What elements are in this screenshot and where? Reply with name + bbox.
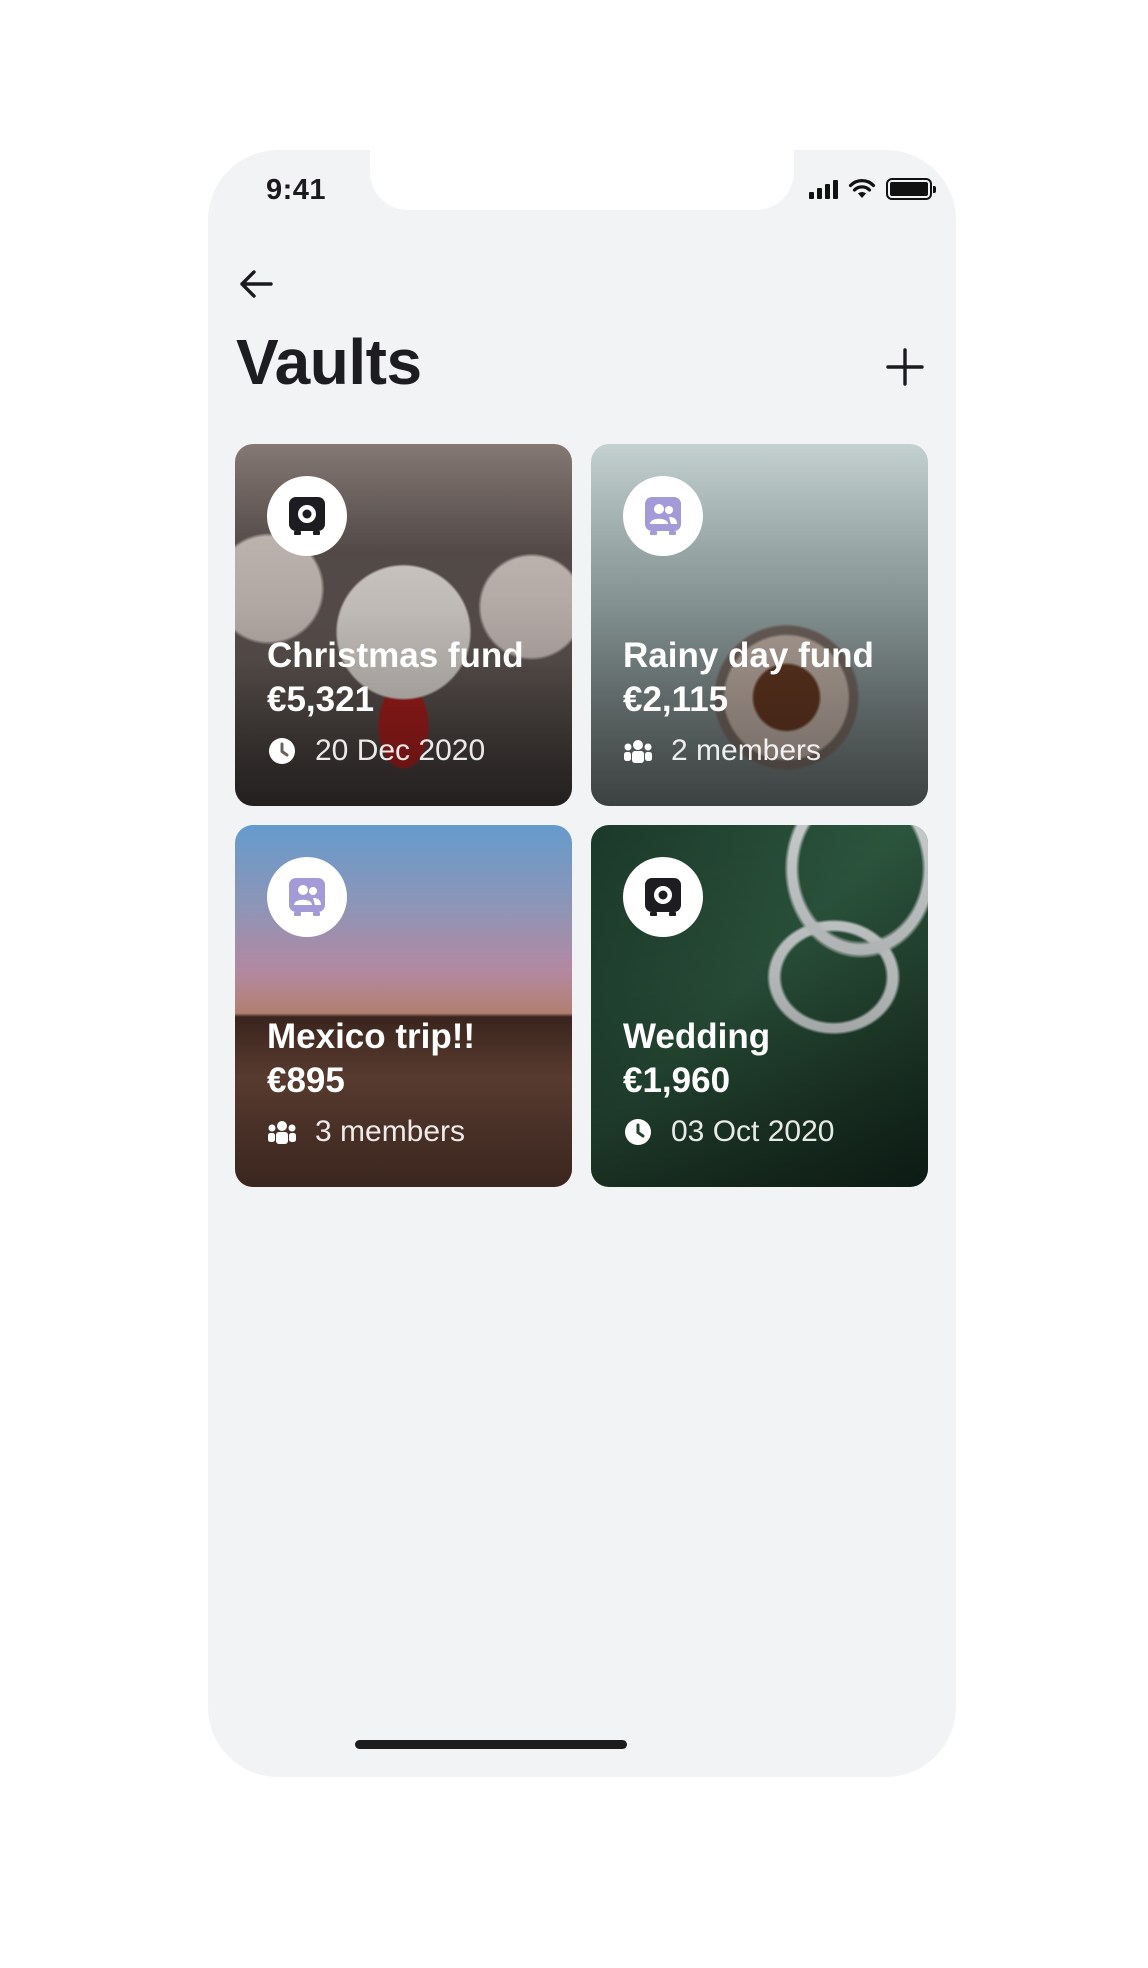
shared-vault-icon	[645, 497, 681, 535]
vault-amount: €1,960	[623, 1061, 731, 1100]
status-icons	[809, 178, 936, 200]
battery-icon	[886, 178, 936, 200]
vault-badge	[623, 857, 703, 937]
vault-badge	[267, 857, 347, 937]
vault-members: 2 members	[671, 734, 822, 767]
clock-icon	[269, 738, 295, 764]
shared-vault-icon	[289, 878, 325, 916]
vault-badge	[623, 476, 703, 556]
wifi-icon	[848, 179, 876, 198]
vault-name: Wedding	[623, 1017, 771, 1056]
vault-name: Mexico trip!!	[267, 1017, 476, 1056]
vault-meta: 20 Dec 2020	[267, 734, 485, 768]
vault-meta: 3 members	[267, 1115, 465, 1149]
page-title: Vaults	[236, 326, 422, 398]
home-indicator[interactable]	[355, 1740, 627, 1749]
plus-icon	[886, 348, 924, 386]
vault-meta: 2 members	[623, 734, 821, 768]
back-button[interactable]	[234, 262, 278, 306]
vault-card-mexico-trip[interactable]: Mexico trip!! €895 3 members	[235, 825, 572, 1187]
vault-date: 20 Dec 2020	[315, 734, 486, 767]
vault-card-rainy-day-fund[interactable]: Rainy day fund €2,115 2 members	[591, 444, 928, 806]
vault-date: 03 Oct 2020	[671, 1115, 835, 1148]
phone-screen: 9:41 Vaults Christmas fund €5,321 20 Dec…	[208, 150, 956, 1777]
vault-members: 3 members	[315, 1115, 466, 1148]
members-icon	[268, 1121, 296, 1144]
signal-icon	[809, 179, 838, 199]
add-vault-button[interactable]	[880, 342, 930, 392]
vaults-grid: Christmas fund €5,321 20 Dec 2020 Rainy …	[235, 444, 929, 1187]
vault-name: Christmas fund	[267, 636, 524, 675]
vault-badge	[267, 476, 347, 556]
vault-card-wedding[interactable]: Wedding €1,960 03 Oct 2020	[591, 825, 928, 1187]
vault-name: Rainy day fund	[623, 636, 874, 675]
vault-amount: €895	[267, 1061, 345, 1100]
vault-icon	[289, 497, 325, 535]
status-time: 9:41	[266, 174, 327, 206]
arrow-left-icon	[240, 270, 273, 298]
vault-amount: €5,321	[267, 680, 375, 719]
vault-icon	[645, 878, 681, 916]
members-icon	[624, 740, 652, 763]
vault-meta: 03 Oct 2020	[623, 1115, 834, 1149]
vault-card-christmas-fund[interactable]: Christmas fund €5,321 20 Dec 2020	[235, 444, 572, 806]
notch	[370, 150, 794, 210]
vault-amount: €2,115	[623, 680, 729, 719]
clock-icon	[625, 1119, 651, 1145]
